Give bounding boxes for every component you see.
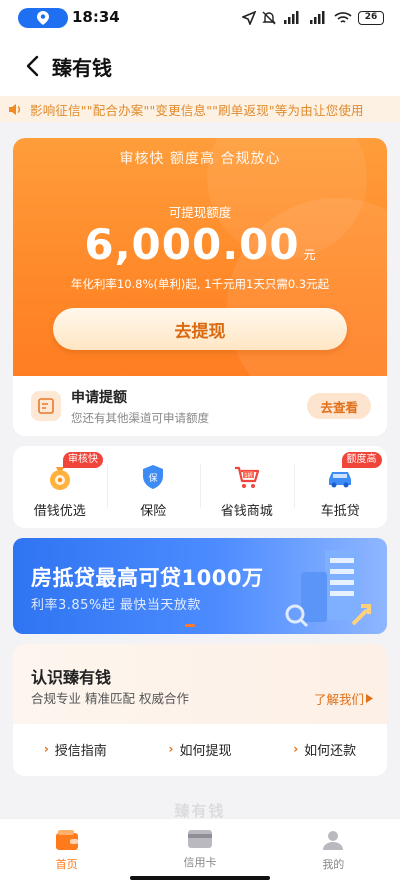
tab-label: 我的: [322, 858, 345, 871]
apply-title: 申请提额: [71, 389, 127, 406]
location-arrow-icon: [242, 11, 256, 25]
quick-label: 车抵贷: [320, 504, 360, 519]
apply-subtitle: 您还有其他渠道可申请额度: [71, 410, 209, 425]
carousel-dots: [185, 624, 195, 627]
about-header: 认识臻有钱 合规专业 精准匹配 权威合作 了解我们: [13, 644, 387, 724]
page-title: 臻有钱: [52, 55, 112, 80]
about-title: 认识臻有钱: [31, 668, 112, 687]
credit-amount: 6,000.00 元: [13, 220, 387, 269]
amount-value: 6,000.00: [84, 220, 300, 269]
location-indicator: [18, 8, 68, 28]
credit-hero: 审核快 额度高 合规放心 可提现额度 6,000.00 元 年化利率10.8%(单…: [13, 138, 387, 376]
document-icon: [31, 391, 61, 421]
withdraw-button[interactable]: 去提现: [53, 308, 347, 350]
about-card: 认识臻有钱 合规专业 精准匹配 权威合作 了解我们 › 授信指南 › 如何提现 …: [13, 644, 387, 776]
quick-label: 保险: [140, 504, 167, 519]
nav-bar: 臻有钱: [0, 36, 400, 96]
building-illustration-icon: [285, 550, 371, 628]
quick-badge: 审核快: [63, 452, 103, 468]
quick-item-car-loan[interactable]: 车抵贷 额度高: [293, 446, 388, 528]
guide-link-withdraw[interactable]: › 如何提现: [138, 732, 263, 766]
back-button[interactable]: [10, 44, 54, 88]
mortgage-banner[interactable]: 房抵贷最高可贷1000万 利率3.85%起 最快当天放款: [13, 538, 387, 634]
notice-text: 影响征信""配合办案""变更信息""刷单返现"等为由让您使用: [30, 102, 364, 118]
quick-item-insurance[interactable]: 保 保险: [106, 446, 201, 528]
guide-link-label: 如何还款: [304, 743, 357, 759]
credit-card: 审核快 额度高 合规放心 可提现额度 6,000.00 元 年化利率10.8%(单…: [13, 138, 387, 436]
rate-text: 年化利率10.8%(单利)起, 1千元用1天只需0.3元起: [70, 277, 330, 291]
quick-label: 省钱商城: [220, 504, 273, 519]
tab-label: 信用卡: [183, 856, 217, 869]
quick-label: 借钱优选: [33, 504, 86, 519]
quick-item-loan[interactable]: 借钱优选 审核快: [13, 446, 107, 528]
status-time: 18:34: [72, 8, 120, 26]
home-indicator[interactable]: [130, 876, 270, 880]
quick-entries: 借钱优选 审核快 保 保险 1折 省钱商城 车抵贷 额度高: [13, 446, 387, 528]
guide-link-credit[interactable]: › 授信指南: [13, 732, 138, 766]
user-icon: [323, 831, 344, 850]
quick-item-mall[interactable]: 1折 省钱商城: [200, 446, 294, 528]
guide-links: › 授信指南 › 如何提现 › 如何还款: [13, 732, 387, 766]
view-button[interactable]: 去查看: [307, 393, 371, 419]
chevron-left-icon: [26, 55, 39, 77]
speaker-icon: [8, 103, 30, 116]
signal-icon: [284, 11, 299, 24]
learn-more-link[interactable]: 了解我们: [314, 689, 373, 708]
battery-indicator: 26: [358, 11, 384, 25]
svg-text:保: 保: [149, 472, 158, 484]
shopping-cart-icon: 1折: [234, 466, 259, 488]
learn-more-label: 了解我们: [313, 692, 364, 707]
about-subtitle: 合规专业 精准匹配 权威合作: [31, 691, 189, 706]
apply-limit-row[interactable]: 申请提额 您还有其他渠道可申请额度 去查看: [13, 376, 387, 436]
svg-text:1折: 1折: [244, 472, 252, 479]
hero-tagline: 审核快 额度高 合规放心: [119, 151, 281, 167]
chevron-right-icon: ›: [293, 742, 299, 756]
tab-home[interactable]: 首页: [0, 819, 133, 888]
chevron-right-icon: ›: [43, 742, 49, 756]
banner-title: 房抵贷最高可贷1000万: [31, 566, 264, 590]
apply-texts: 申请提额 您还有其他渠道可申请额度: [71, 387, 307, 426]
carousel-dot: [185, 624, 195, 627]
guide-link-label: 如何提现: [179, 743, 232, 759]
guide-link-label: 授信指南: [54, 743, 107, 759]
wallet-icon: [55, 830, 78, 850]
notice-bar[interactable]: 影响征信""配合办案""变更信息""刷单返现"等为由让您使用: [0, 96, 400, 122]
quick-badge: 额度高: [341, 452, 382, 468]
mute-bell-icon: [262, 11, 276, 25]
tab-label: 首页: [55, 858, 78, 871]
location-pin-icon: [37, 11, 49, 25]
triangle-right-icon: [366, 694, 373, 703]
banner-subtitle: 利率3.85%起 最快当天放款: [31, 598, 201, 613]
amount-unit: 元: [303, 248, 316, 262]
signal-icon-2: [310, 11, 325, 24]
status-bar: 18:34 26: [0, 0, 400, 36]
shield-icon: 保: [143, 465, 164, 489]
tab-profile[interactable]: 我的: [267, 819, 400, 888]
wifi-icon: [334, 12, 352, 23]
status-icons: 26: [242, 9, 384, 27]
chevron-right-icon: ›: [168, 742, 174, 756]
credit-card-icon: [187, 830, 212, 848]
amount-label: 可提现额度: [168, 205, 232, 220]
guide-link-repay[interactable]: › 如何还款: [262, 732, 387, 766]
